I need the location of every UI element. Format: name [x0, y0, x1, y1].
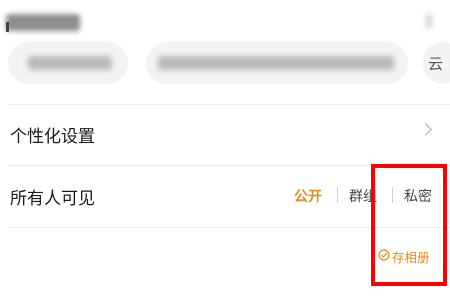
- blurred-title: [6, 14, 80, 31]
- blurred-chip-text: [28, 56, 112, 70]
- divider: [8, 104, 450, 105]
- blurred-title-mark: [6, 22, 9, 32]
- highlight-box: [371, 164, 447, 286]
- visibility-option-public[interactable]: 公开: [294, 186, 322, 206]
- save-to-album-label: 存相册: [392, 250, 430, 265]
- divider: [8, 227, 450, 228]
- blurred-tag-chip-2[interactable]: [146, 42, 408, 84]
- blurred-chip-text: [158, 56, 394, 70]
- option-separator: [337, 187, 338, 203]
- blurred-tag-chip-1[interactable]: [8, 42, 128, 84]
- divider: [8, 165, 450, 166]
- visibility-option-private[interactable]: 私密: [404, 186, 432, 206]
- option-separator: [392, 187, 393, 203]
- save-to-album-button[interactable]: 存相册: [378, 247, 430, 266]
- cloud-tag-label: 云: [428, 55, 444, 73]
- chevron-right-icon[interactable]: [419, 123, 432, 136]
- personalization-settings-label[interactable]: 个性化设置: [10, 122, 95, 147]
- visibility-option-group[interactable]: 群组: [349, 186, 377, 206]
- blurred-corner-element: [426, 14, 432, 28]
- check-circle-icon: [378, 249, 390, 264]
- visibility-label: 所有人可见: [10, 189, 95, 209]
- cloud-tag-chip[interactable]: 云: [423, 42, 450, 84]
